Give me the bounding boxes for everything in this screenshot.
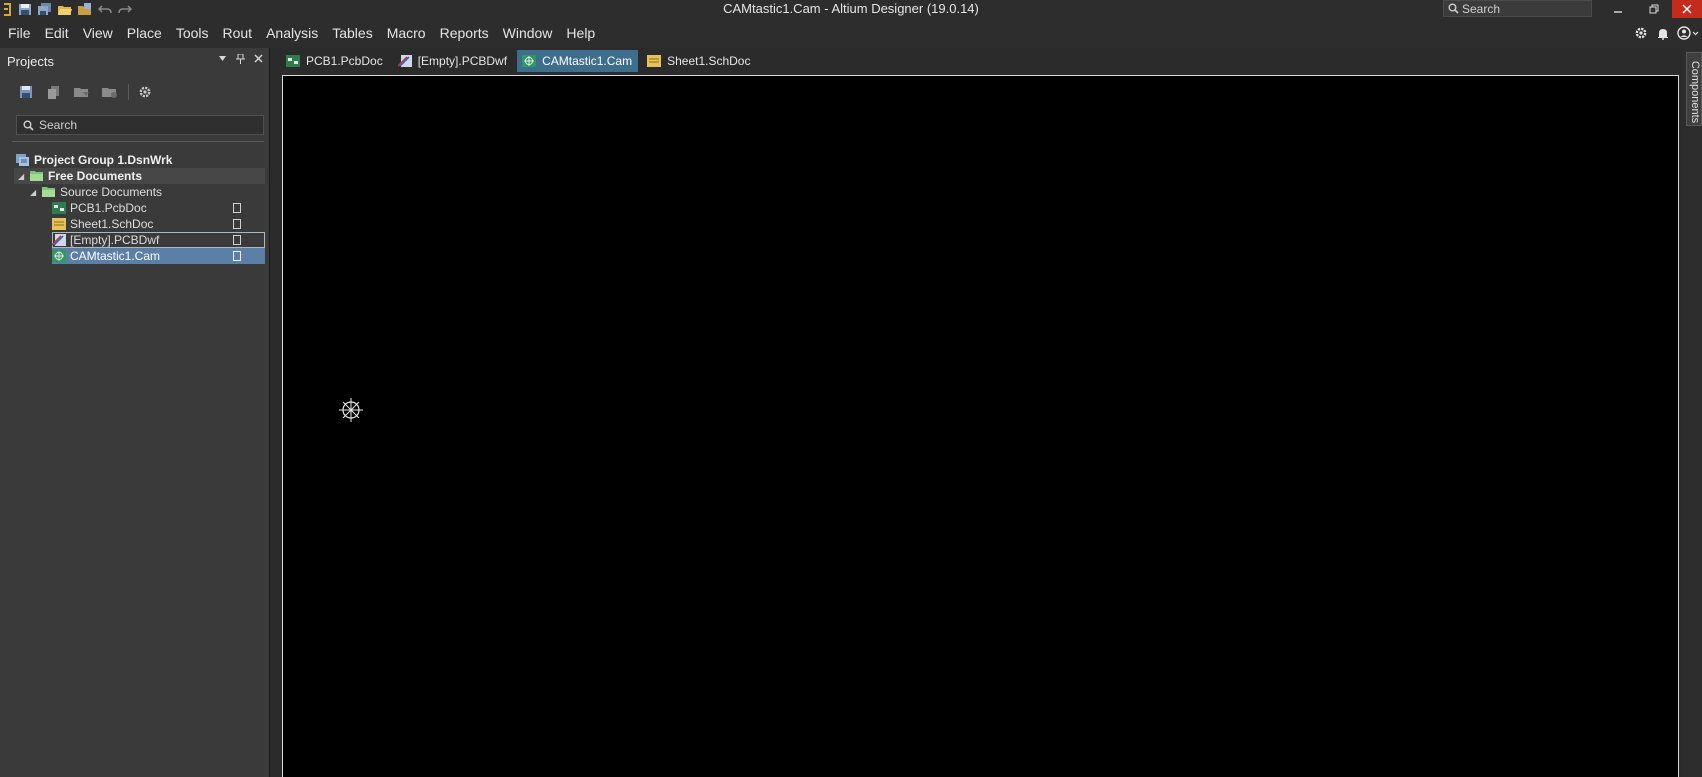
toolbar-separator (128, 84, 129, 100)
projects-search-placeholder: Search (39, 118, 78, 132)
tree-item-pcb1[interactable]: PCB1.PcbDoc (52, 200, 147, 216)
projects-panel-header: Projects (0, 48, 269, 74)
search-icon (17, 120, 39, 131)
components-panel-tab[interactable]: Components (1686, 52, 1702, 126)
tree-item-label: PCB1.PcbDoc (70, 201, 147, 215)
project-options-icon[interactable] (100, 84, 120, 100)
schematic-document-icon (647, 55, 662, 67)
global-search-placeholder: Search (1462, 1, 1501, 16)
tree-item-label: Sheet1.SchDoc (70, 217, 154, 231)
tree-item-sheet1[interactable]: Sheet1.SchDoc (52, 216, 153, 232)
schematic-document-icon (52, 218, 66, 230)
menu-bar: File Edit View Place Tools Rout Analysis… (0, 18, 1702, 48)
draftsman-document-icon (397, 55, 412, 67)
document-tab-bar: PCB1.PcbDoc [Empty].PCBDwf CAMtastic1.Ca… (281, 49, 760, 73)
expand-arrow-icon[interactable]: ◢ (30, 188, 42, 197)
document-state-icon (233, 235, 241, 245)
menu-rout[interactable]: Rout (223, 25, 253, 41)
document-state-icon (233, 203, 241, 213)
tree-item-label: Source Documents (60, 185, 163, 199)
menu-analysis[interactable]: Analysis (266, 25, 318, 41)
components-tab-label: Components (1689, 60, 1701, 124)
pcb-document-icon (52, 202, 66, 214)
tab-label: CAMtastic1.Cam (542, 54, 633, 68)
menu-tools[interactable]: Tools (176, 25, 209, 41)
menu-macro[interactable]: Macro (387, 25, 426, 41)
menu-window[interactable]: Window (503, 25, 553, 41)
main-menu: File Edit View Place Tools Rout Analysis… (8, 18, 609, 48)
tree-item-label: Project Group 1.DsnWrk (34, 153, 173, 167)
folder-icon (30, 170, 44, 182)
workspace-icon (16, 154, 30, 166)
right-panel-strip (1683, 48, 1702, 777)
tree-item-pcbdwf[interactable]: [Empty].PCBDwf (52, 232, 159, 248)
tree-item-project-group[interactable]: Project Group 1.DsnWrk (16, 152, 172, 168)
draftsman-document-icon (52, 234, 66, 246)
menu-tables[interactable]: Tables (332, 25, 372, 41)
crosshair-icon (339, 398, 363, 422)
menu-reports[interactable]: Reports (440, 25, 489, 41)
tab-sheet1[interactable]: Sheet1.SchDoc (642, 50, 756, 72)
tab-pcb1[interactable]: PCB1.PcbDoc (281, 50, 389, 72)
projects-panel: Projects Search Project Group 1.DsnWrk ◢… (0, 48, 270, 777)
restore-button[interactable] (1637, 0, 1671, 18)
pin-icon[interactable] (236, 53, 245, 67)
compile-icon[interactable] (72, 84, 92, 100)
minimize-button[interactable] (1601, 0, 1635, 18)
notifications-icon[interactable] (1652, 27, 1674, 40)
title-bar: CAMtastic1.Cam - Altium Designer (19.0.1… (0, 0, 1702, 18)
header-icons (1630, 18, 1702, 48)
tree-item-camtastic1[interactable]: CAMtastic1.Cam (52, 248, 160, 264)
settings-icon[interactable] (1630, 26, 1652, 40)
tab-label: [Empty].PCBDwf (417, 54, 508, 68)
expand-arrow-icon[interactable]: ◢ (18, 172, 30, 181)
settings-icon[interactable] (135, 84, 155, 100)
tab-camtastic1[interactable]: CAMtastic1.Cam (517, 50, 639, 72)
tab-label: Sheet1.SchDoc (667, 54, 751, 68)
tree-item-label: CAMtastic1.Cam (70, 249, 161, 263)
user-icon[interactable] (1674, 26, 1702, 40)
save-icon[interactable] (16, 84, 36, 100)
menu-help[interactable]: Help (566, 25, 595, 41)
close-window-button[interactable] (1672, 0, 1702, 18)
document-state-icon (233, 219, 241, 229)
tab-label: PCB1.PcbDoc (306, 54, 383, 68)
menu-view[interactable]: View (83, 25, 113, 41)
divider (12, 141, 264, 142)
menu-place[interactable]: Place (127, 25, 162, 41)
menu-file[interactable]: File (8, 25, 31, 41)
cam-document-icon (52, 250, 66, 262)
close-icon[interactable] (254, 54, 263, 67)
document-state-icon (233, 251, 241, 261)
projects-panel-title: Projects (7, 53, 54, 69)
copy-document-icon[interactable] (44, 84, 64, 100)
projects-search-input[interactable]: Search (16, 115, 264, 135)
search-icon (1444, 3, 1462, 14)
global-search-input[interactable]: Search (1443, 0, 1592, 17)
cam-document-icon (522, 55, 537, 67)
tree-item-label: Free Documents (48, 169, 143, 183)
tree-item-free-documents[interactable]: ◢ Free Documents (18, 168, 142, 184)
tree-item-label: [Empty].PCBDwf (70, 233, 160, 247)
folder-icon (42, 186, 56, 198)
menu-arrow-icon[interactable] (218, 54, 227, 67)
tab-pcbdwf[interactable]: [Empty].PCBDwf (393, 50, 513, 72)
tree-item-source-documents[interactable]: ◢ Source Documents (30, 184, 162, 200)
menu-edit[interactable]: Edit (45, 25, 69, 41)
projects-toolbar (16, 82, 163, 102)
cam-editor-canvas[interactable] (282, 75, 1679, 777)
pcb-document-icon (286, 55, 300, 67)
